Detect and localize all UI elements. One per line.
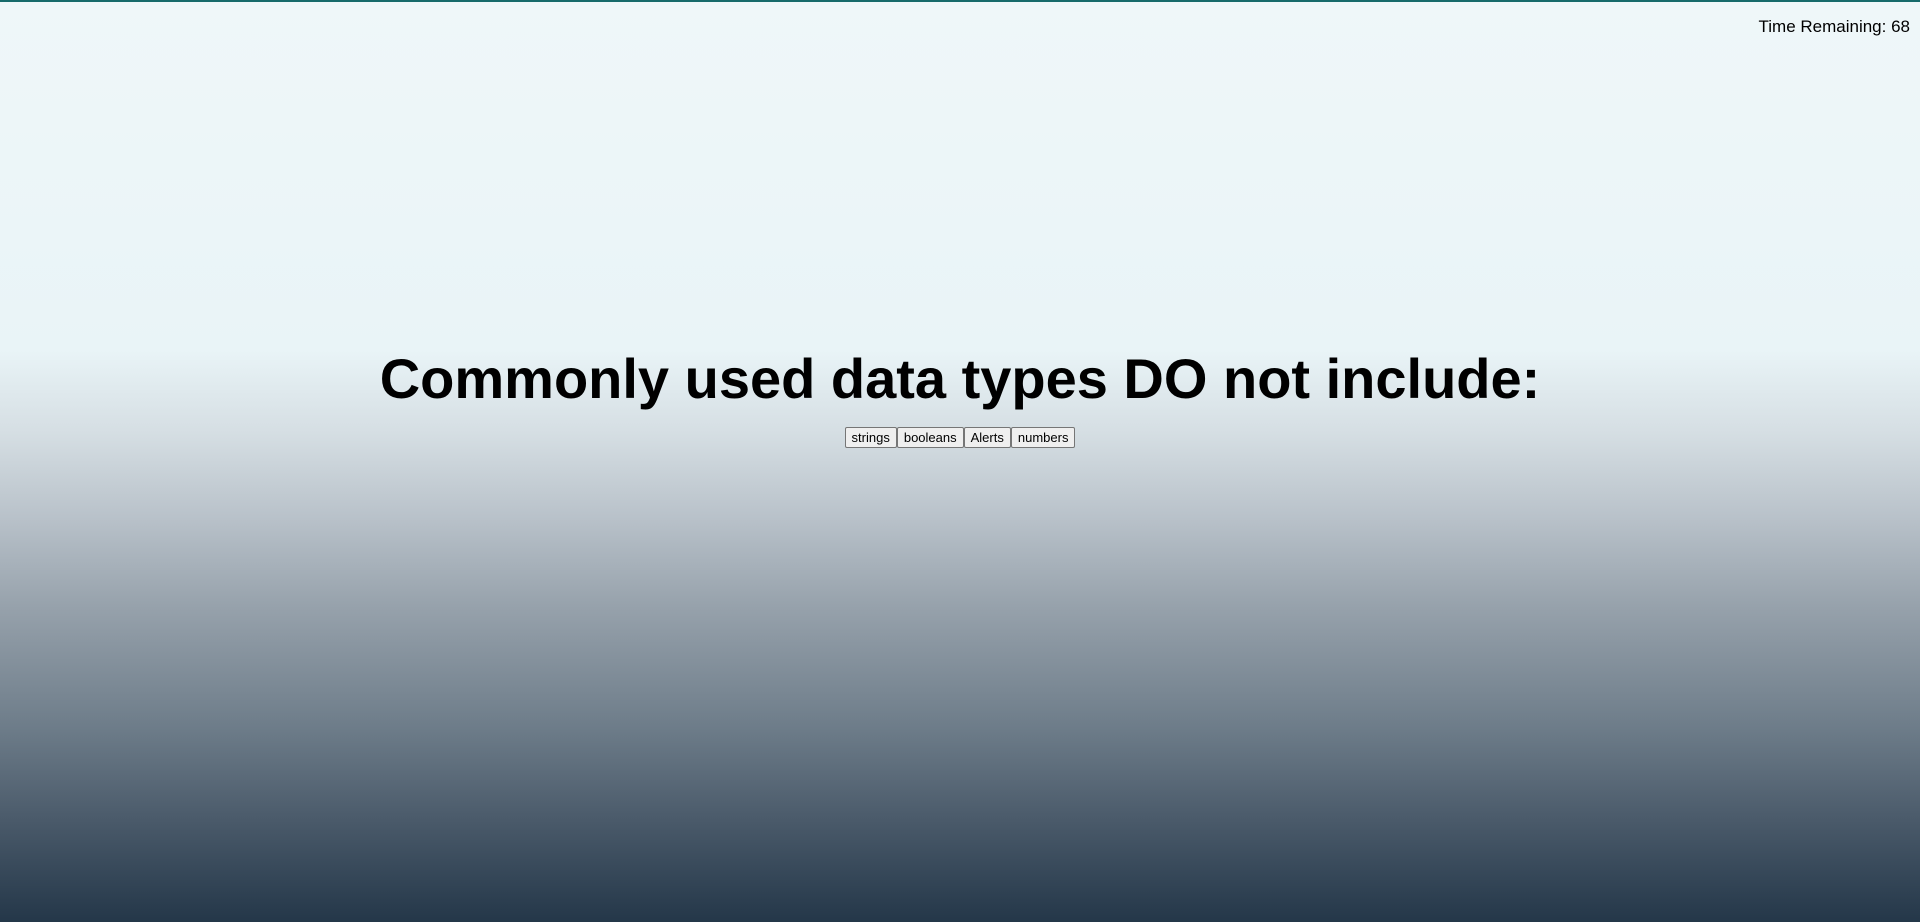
time-remaining: Time Remaining: 68 xyxy=(1758,17,1911,36)
choice-numbers-button[interactable]: numbers xyxy=(1010,427,1076,448)
choice-booleans-button[interactable]: booleans xyxy=(896,427,964,448)
question-text: Commonly used data types DO not include: xyxy=(379,347,1541,410)
top-accent-bar xyxy=(0,0,1920,2)
answer-choices: strings booleans Alerts numbers xyxy=(0,427,1920,448)
choice-alerts-button[interactable]: Alerts xyxy=(963,427,1011,448)
quiz-container: Commonly used data types DO not include:… xyxy=(0,344,1920,448)
choice-strings-button[interactable]: strings xyxy=(844,427,897,448)
